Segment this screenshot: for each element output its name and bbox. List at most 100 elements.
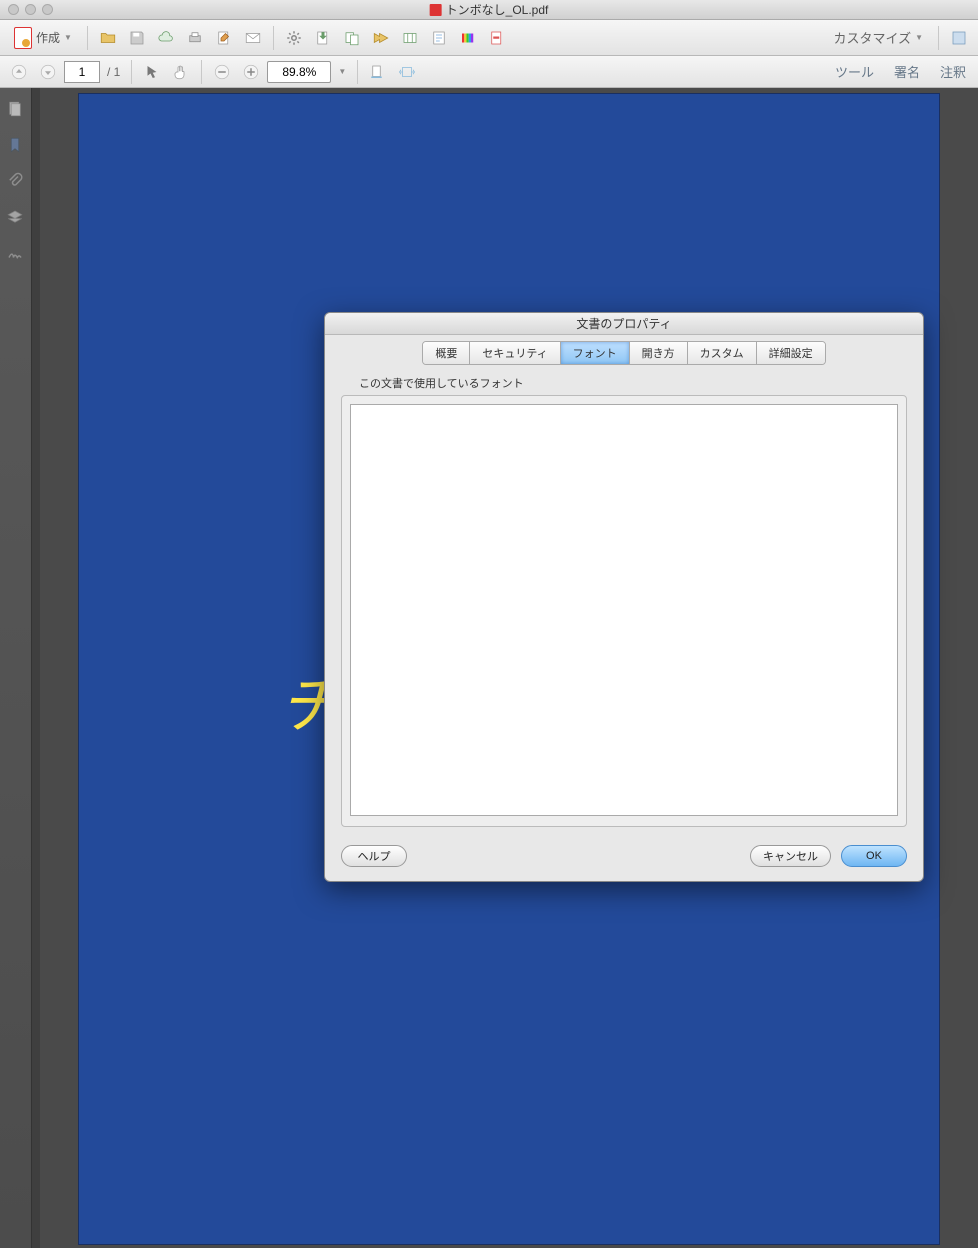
tools-link[interactable]: ツール: [829, 62, 880, 81]
separator: [201, 60, 202, 84]
combine-button[interactable]: [339, 25, 365, 51]
redact-button[interactable]: [484, 25, 510, 51]
sign-link[interactable]: 署名: [888, 62, 926, 81]
organize-button[interactable]: [397, 25, 423, 51]
tab-summary[interactable]: 概要: [423, 342, 470, 364]
ok-button[interactable]: OK: [841, 845, 907, 867]
edit-icon: [214, 28, 234, 48]
thumbnails-button[interactable]: [6, 100, 26, 120]
cancel-button[interactable]: キャンセル: [750, 845, 831, 867]
gear-icon: [284, 28, 304, 48]
traffic-lights: [0, 4, 53, 15]
window-titlebar: トンボなし_OL.pdf: [0, 0, 978, 20]
zoom-dropdown[interactable]: ▼: [334, 59, 350, 85]
signatures-button[interactable]: [6, 244, 26, 264]
save-icon: [127, 28, 147, 48]
arrow-down-icon: [38, 62, 58, 82]
tab-initial-view[interactable]: 開き方: [630, 342, 688, 364]
close-window-button[interactable]: [8, 4, 19, 15]
page-number-input[interactable]: [64, 61, 100, 83]
dialog-title: 文書のプロパティ: [325, 313, 923, 335]
cursor-icon: [142, 62, 162, 82]
window-title: トンボなし_OL.pdf: [430, 1, 549, 18]
zoom-out-button[interactable]: [209, 59, 235, 85]
toolbar-main: 作成 ▼ カスタマイズ ▼: [0, 20, 978, 56]
page-up-button[interactable]: [6, 59, 32, 85]
page-down-button[interactable]: [35, 59, 61, 85]
create-pdf-icon: [14, 27, 32, 49]
save-button[interactable]: [124, 25, 150, 51]
right-panel-links: ツール 署名 注釈: [829, 62, 972, 81]
customize-button[interactable]: カスタマイズ ▼: [825, 28, 931, 47]
gutter: [32, 88, 40, 1248]
export-button[interactable]: [310, 25, 336, 51]
nav-strip: [0, 88, 32, 1248]
hand-tool[interactable]: [168, 59, 194, 85]
edit-button[interactable]: [211, 25, 237, 51]
layers-button[interactable]: [6, 208, 26, 228]
email-button[interactable]: [240, 25, 266, 51]
dropdown-icon: ▼: [338, 67, 346, 76]
tab-fonts[interactable]: フォント: [561, 342, 630, 364]
help-button[interactable]: ヘルプ: [341, 845, 407, 867]
hand-icon: [171, 62, 191, 82]
expand-button[interactable]: [946, 25, 972, 51]
export-icon: [313, 28, 333, 48]
create-button-label: 作成: [36, 29, 60, 46]
fit-page-button[interactable]: [365, 59, 391, 85]
fonts-list[interactable]: [350, 404, 898, 816]
fonts-section-label: この文書で使用しているフォント: [341, 375, 907, 391]
tab-security[interactable]: セキュリティ: [470, 342, 560, 364]
color-button[interactable]: [455, 25, 481, 51]
dialog-tabs: 概要 セキュリティ フォント 開き方 カスタム 詳細設定: [325, 335, 923, 365]
fonts-list-frame: [341, 395, 907, 827]
print-button[interactable]: [182, 25, 208, 51]
share-icon: [371, 28, 391, 48]
cloud-button[interactable]: [153, 25, 179, 51]
share-button[interactable]: [368, 25, 394, 51]
folder-open-icon: [98, 28, 118, 48]
zoom-input[interactable]: [267, 61, 331, 83]
tab-advanced[interactable]: 詳細設定: [757, 342, 825, 364]
document-properties-dialog: 文書のプロパティ 概要 セキュリティ フォント 開き方 カスタム 詳細設定 この…: [324, 312, 924, 882]
separator: [131, 60, 132, 84]
fit-width-button[interactable]: [394, 59, 420, 85]
zoom-in-icon: [241, 62, 261, 82]
create-button[interactable]: 作成 ▼: [6, 25, 80, 51]
attachments-button[interactable]: [6, 172, 26, 192]
pdf-icon: [430, 4, 442, 16]
combine-icon: [342, 28, 362, 48]
select-tool[interactable]: [139, 59, 165, 85]
window-title-text: トンボなし_OL.pdf: [446, 1, 549, 18]
dropdown-icon: ▼: [915, 33, 923, 42]
arrow-up-icon: [9, 62, 29, 82]
page-total: / 1: [107, 65, 120, 79]
separator: [357, 60, 358, 84]
fit-icon: [368, 62, 388, 82]
rainbow-icon: [458, 28, 478, 48]
zoom-out-icon: [212, 62, 232, 82]
separator: [87, 26, 88, 50]
separator: [938, 26, 939, 50]
redact-icon: [487, 28, 507, 48]
toolbar-page: / 1 ▼ ツール 署名 注釈: [0, 56, 978, 88]
bookmarks-button[interactable]: [6, 136, 26, 156]
dropdown-icon: ▼: [64, 33, 72, 42]
zoom-in-button[interactable]: [238, 59, 264, 85]
expand-icon: [949, 28, 969, 48]
open-button[interactable]: [95, 25, 121, 51]
envelope-icon: [243, 28, 263, 48]
settings-button[interactable]: [281, 25, 307, 51]
comment-link[interactable]: 注釈: [934, 62, 972, 81]
fit-width-icon: [397, 62, 417, 82]
form-icon: [429, 28, 449, 48]
minimize-window-button[interactable]: [25, 4, 36, 15]
cloud-icon: [156, 28, 176, 48]
tab-custom[interactable]: カスタム: [688, 342, 757, 364]
printer-icon: [185, 28, 205, 48]
form-button[interactable]: [426, 25, 452, 51]
organize-icon: [400, 28, 420, 48]
dialog-footer: ヘルプ キャンセル OK: [325, 835, 923, 881]
zoom-window-button[interactable]: [42, 4, 53, 15]
separator: [273, 26, 274, 50]
